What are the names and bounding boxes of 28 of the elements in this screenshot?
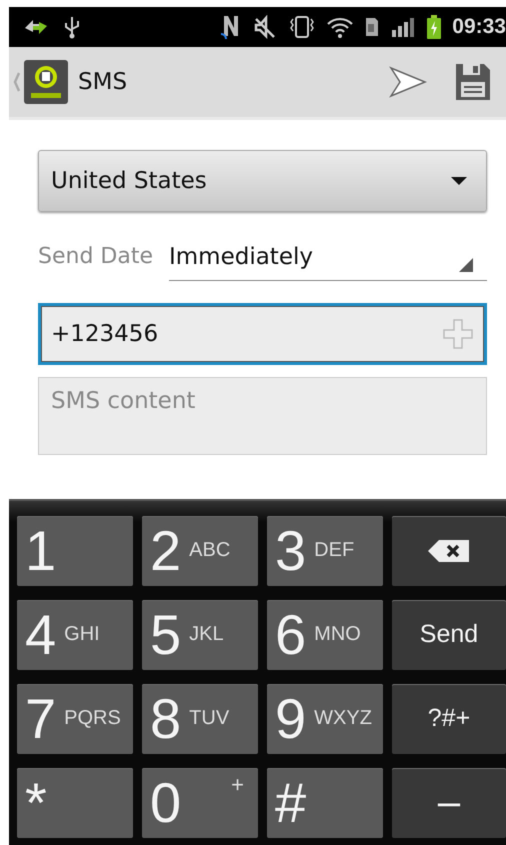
send-icon[interactable]: [388, 64, 428, 99]
country-dropdown[interactable]: United States: [38, 150, 487, 212]
clock-time: 09:33: [452, 14, 506, 39]
keypad-key[interactable]: 1: [17, 516, 133, 586]
usb-icon: [63, 14, 81, 39]
send-date-label: Send Date: [38, 244, 153, 271]
keypad-key[interactable]: –: [392, 768, 506, 838]
keypad-key[interactable]: 0 +: [142, 768, 258, 838]
backspace-icon: [427, 538, 471, 563]
keypad-key[interactable]: #: [267, 768, 383, 838]
backspace-key[interactable]: [392, 516, 506, 586]
back-caret-icon: [13, 70, 21, 93]
corner-triangle-icon: [459, 258, 473, 272]
sms-content-field[interactable]: SMS content: [38, 376, 487, 455]
signal-icon: [390, 16, 416, 38]
vibrate-icon: [288, 14, 316, 40]
save-icon[interactable]: [454, 62, 492, 102]
app-logo-icon: [23, 58, 69, 105]
battery-charging-icon: [426, 14, 442, 40]
send-date-dropdown[interactable]: Immediately: [168, 244, 487, 281]
keypad-key[interactable]: ?#+: [392, 684, 506, 754]
phone-number-field[interactable]: +123456: [38, 302, 487, 365]
keypad-key[interactable]: *: [17, 768, 133, 838]
sim-card-icon: [364, 16, 380, 38]
dropdown-arrow-icon: [450, 176, 468, 186]
app-title: SMS: [78, 68, 128, 95]
keypad-key[interactable]: Send: [392, 600, 506, 670]
up-button[interactable]: [13, 58, 69, 105]
